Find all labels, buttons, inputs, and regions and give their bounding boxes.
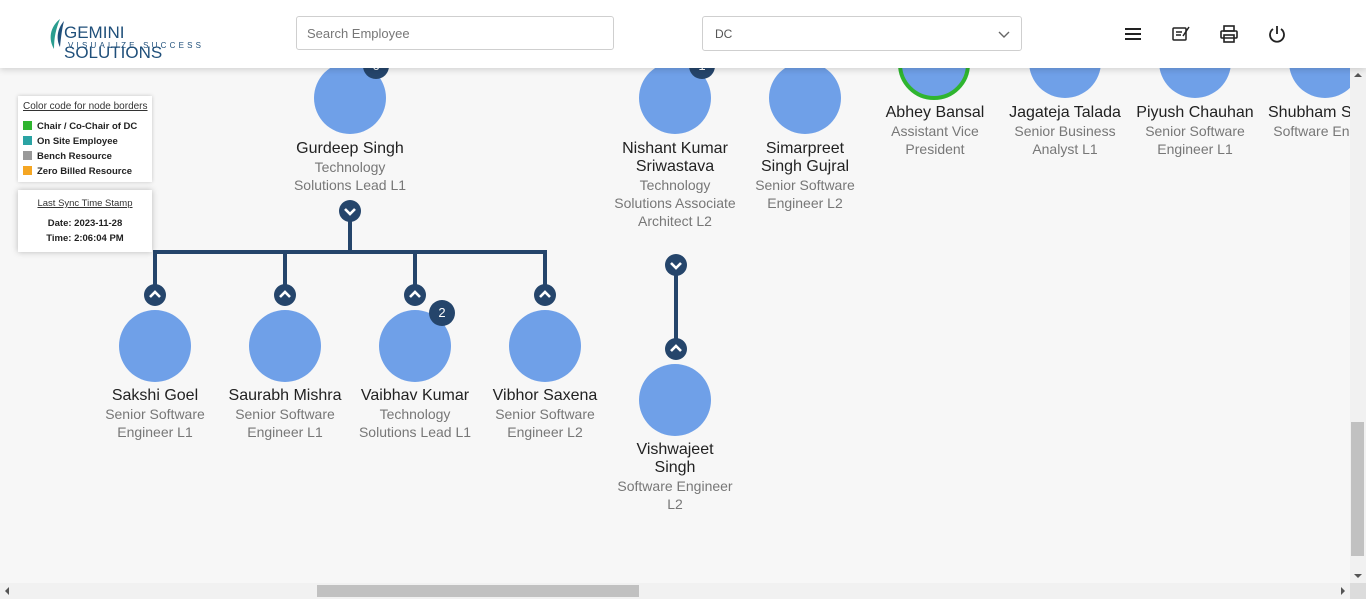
node-avatar-simarpreet[interactable] (769, 62, 841, 134)
employee-name: Jagateja Talada (1009, 104, 1121, 121)
expand-toggle-button[interactable] (404, 284, 426, 306)
horizontal-scrollbar[interactable] (0, 583, 1350, 599)
chevron-up-icon (670, 344, 682, 352)
print-button[interactable] (1219, 24, 1239, 44)
logo-tagline: VISUALIZE SUCCESS (68, 41, 205, 50)
child-count-badge: 2 (429, 300, 455, 326)
legend-swatch (23, 166, 32, 175)
employee-name: Saurabh Mishra (228, 387, 342, 404)
edit-note-icon (1172, 26, 1190, 41)
employee-name: Vaibhav Kumar (360, 387, 470, 404)
employee-title: Senior Software Engineer L1 (235, 406, 335, 440)
employee-title: Technology Solutions Associate Architect… (614, 177, 736, 229)
legend-item-onsite: On Site Employee (23, 136, 118, 147)
employee-name: Shubham S (1268, 104, 1350, 121)
gemini-logo[interactable]: GEMINI SOLUTIONS VISUALIZE SUCCESS (46, 16, 216, 62)
chevron-down-icon (344, 208, 356, 216)
employee-name: Gurdeep Singh (296, 140, 404, 157)
employee-title: Senior Software Engineer L1 (1145, 123, 1245, 157)
collapse-toggle-button[interactable] (665, 254, 687, 276)
chevron-up-icon (279, 290, 291, 298)
color-code-legend: Color code for node borders Chair / Co-C… (18, 96, 152, 182)
node-avatar-saurabh[interactable] (249, 310, 321, 382)
employee-name: Sakshi Goel (111, 387, 199, 404)
employee-title: Senior Business Analyst L1 (1014, 123, 1116, 157)
scroll-up-arrow-icon (1354, 73, 1362, 77)
node-avatar-vishwajeet[interactable] (639, 364, 711, 436)
legend-swatch (23, 151, 32, 160)
employee-title: Software Eng L2 (1273, 123, 1350, 139)
printer-icon (1220, 25, 1238, 43)
expand-toggle-button[interactable] (274, 284, 296, 306)
sync-time: Time: 2:06:04 PM (46, 233, 124, 244)
vertical-scrollbar-thumb[interactable] (1351, 422, 1364, 556)
legend-item-chair: Chair / Co-Chair of DC (23, 121, 137, 132)
employee-name: Nishant Kumar Sriwastava (622, 140, 728, 175)
employee-title: Technology Solutions Lead L1 (293, 159, 407, 193)
app-header: GEMINI SOLUTIONS VISUALIZE SUCCESS DC (0, 0, 1366, 68)
node-avatar-sakshi[interactable] (119, 310, 191, 382)
legend-swatch (23, 121, 32, 130)
employee-title: Assistant Vice President (891, 123, 979, 157)
legend-item-bench: Bench Resource (23, 151, 112, 162)
power-icon (1269, 26, 1285, 43)
horizontal-scrollbar-thumb[interactable] (317, 585, 639, 597)
employee-title: Technology Solutions Lead L1 (358, 406, 472, 440)
employee-name: Abhey Bansal (885, 104, 985, 121)
employee-name: Piyush Chauhan (1136, 104, 1254, 121)
scrollbar-corner (1350, 583, 1366, 599)
collapse-toggle-button[interactable] (339, 200, 361, 222)
node-avatar-vibhor[interactable] (509, 310, 581, 382)
sync-timestamp-card: Last Sync Time Stamp Date: 2023-11-28 Ti… (18, 190, 152, 252)
employee-name: Simarpreet Singh Gujral (760, 140, 850, 175)
department-select[interactable]: DC (702, 16, 1022, 51)
edit-note-button[interactable] (1171, 24, 1191, 44)
expand-toggle-button[interactable] (534, 284, 556, 306)
legend-label: Zero Billed Resource (37, 166, 133, 177)
search-employee-input[interactable] (296, 16, 614, 50)
expand-toggle-button[interactable] (144, 284, 166, 306)
employee-title: Senior Software Engineer L2 (755, 177, 855, 211)
chevron-down-icon (670, 262, 682, 270)
chevron-up-icon (409, 290, 421, 298)
legend-title: Color code for node borders (23, 101, 148, 112)
employee-title: Software Engineer L2 (617, 478, 733, 512)
chevron-up-icon (149, 290, 161, 298)
chevron-down-icon (998, 31, 1010, 38)
sync-title: Last Sync Time Stamp (37, 198, 133, 209)
scroll-right-arrow-icon (1341, 587, 1345, 595)
legend-label: On Site Employee (37, 136, 118, 147)
logout-button[interactable] (1267, 24, 1287, 44)
employee-name: Vibhor Saxena (492, 387, 598, 404)
expand-toggle-button[interactable] (665, 338, 687, 360)
legend-label: Bench Resource (37, 151, 112, 162)
scroll-down-arrow-icon (1354, 574, 1362, 578)
scroll-left-arrow-icon (5, 587, 9, 595)
employee-title: Senior Software Engineer L1 (105, 406, 205, 440)
legend-label: Chair / Co-Chair of DC (37, 121, 138, 132)
org-chart-canvas[interactable]: 6 Gurdeep Singh Technology Solutions Lea… (0, 0, 1350, 583)
employee-title: Senior Software Engineer L2 (495, 406, 595, 440)
select-value: DC (715, 27, 733, 41)
hamburger-menu-icon (1125, 28, 1141, 40)
legend-swatch (23, 136, 32, 145)
legend-item-zero-billed: Zero Billed Resource (23, 166, 132, 177)
hamburger-menu-button[interactable] (1123, 24, 1143, 44)
sync-date: Date: 2023-11-28 (47, 218, 123, 229)
chevron-up-icon (539, 290, 551, 298)
employee-name: Vishwajeet Singh (636, 441, 714, 476)
